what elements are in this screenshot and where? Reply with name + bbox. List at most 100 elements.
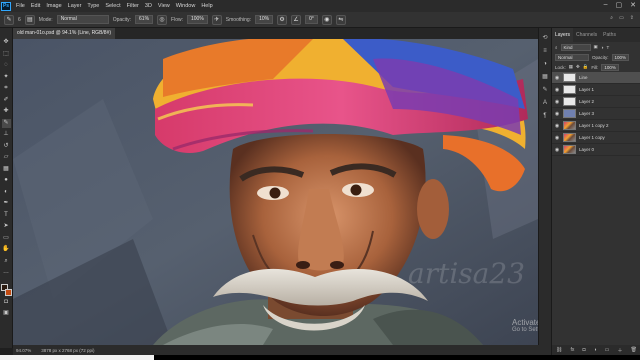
history-brush-icon[interactable]: ↺ bbox=[2, 142, 11, 152]
background-color[interactable] bbox=[4, 288, 12, 296]
layer-row[interactable]: ◉ Line bbox=[552, 72, 640, 84]
visibility-eye-icon[interactable]: ◉ bbox=[554, 99, 560, 105]
zoom-level[interactable]: 94.07% bbox=[16, 348, 31, 353]
menu-help[interactable]: Help bbox=[198, 3, 215, 9]
tab-layers[interactable]: Layers bbox=[552, 28, 574, 42]
type-icon[interactable]: T bbox=[2, 211, 11, 221]
pressure-size-icon[interactable]: ◉ bbox=[321, 14, 332, 25]
menu-filter[interactable]: Filter bbox=[124, 3, 142, 9]
pressure-opacity-icon[interactable]: ◎ bbox=[157, 14, 168, 25]
move-icon[interactable]: ✥ bbox=[2, 38, 11, 48]
marquee-icon[interactable]: ⬚ bbox=[2, 50, 11, 60]
more-tools-icon[interactable]: … bbox=[2, 268, 11, 278]
brush-settings-icon[interactable]: ▤ bbox=[24, 14, 35, 25]
brush-icon[interactable]: ✎ bbox=[1, 118, 11, 128]
filter-adjust-icon[interactable]: ◑ bbox=[601, 45, 604, 50]
visibility-eye-icon[interactable]: ◉ bbox=[554, 147, 560, 153]
eyedropper-icon[interactable]: ✐ bbox=[2, 96, 11, 106]
history-icon[interactable]: ⟲ bbox=[541, 34, 549, 42]
visibility-eye-icon[interactable]: ◉ bbox=[554, 87, 560, 93]
gear-icon[interactable]: ⚙ bbox=[277, 14, 288, 25]
smoothing-field[interactable]: 10% bbox=[255, 15, 274, 24]
screen-mode-icon[interactable]: ▣ bbox=[2, 309, 11, 319]
angle-field[interactable]: 0° bbox=[305, 15, 318, 24]
link-icon[interactable]: ⛓ bbox=[556, 347, 562, 353]
gradient-icon[interactable]: ▦ bbox=[2, 165, 11, 175]
visibility-eye-icon[interactable]: ◉ bbox=[554, 123, 560, 129]
share-icon[interactable]: ⇪ bbox=[630, 15, 634, 21]
adjustments-icon[interactable]: ◑ bbox=[541, 60, 549, 68]
menu-image[interactable]: Image bbox=[43, 3, 64, 9]
angle-icon[interactable]: ∠ bbox=[291, 14, 302, 25]
menu-3d[interactable]: 3D bbox=[142, 3, 155, 9]
lock-all-icon[interactable]: 🔒 bbox=[583, 64, 589, 70]
lasso-icon[interactable]: ◌ bbox=[2, 61, 11, 71]
properties-icon[interactable]: ≡ bbox=[541, 47, 549, 55]
flow-field[interactable]: 100% bbox=[187, 15, 208, 24]
kind-filter[interactable]: Kind bbox=[560, 43, 591, 51]
character-icon[interactable]: A bbox=[541, 99, 549, 107]
eraser-icon[interactable]: ▱ bbox=[2, 153, 11, 163]
adjustment-layer-icon[interactable]: ◑ bbox=[594, 347, 597, 353]
fx-icon[interactable]: fx bbox=[570, 347, 574, 353]
brush-size-value[interactable]: 6 bbox=[18, 17, 21, 23]
pen-icon[interactable]: ✒ bbox=[2, 199, 11, 209]
layer-row[interactable]: ◉ Layer 3 bbox=[552, 108, 640, 120]
opacity-field[interactable]: 61% bbox=[135, 15, 154, 24]
tab-paths[interactable]: Paths bbox=[600, 32, 619, 38]
healing-icon[interactable]: ✚ bbox=[2, 107, 11, 117]
menu-type[interactable]: Type bbox=[84, 3, 102, 9]
dodge-icon[interactable]: ◐ bbox=[2, 188, 11, 198]
maximize-button[interactable]: ▢ bbox=[616, 1, 623, 9]
document-size[interactable]: 3878 px x 2768 px (72 ppi) bbox=[41, 348, 94, 353]
layer-opacity-field[interactable]: 100% bbox=[611, 53, 630, 61]
menu-window[interactable]: Window bbox=[173, 3, 199, 9]
path-select-icon[interactable]: ➤ bbox=[2, 222, 11, 232]
document-tab[interactable]: old man-01o.psd @ 94.1% (Line, RGB/8#) bbox=[13, 28, 116, 39]
visibility-eye-icon[interactable]: ◉ bbox=[554, 135, 560, 141]
minimize-button[interactable]: – bbox=[604, 1, 608, 9]
shape-icon[interactable]: ▭ bbox=[2, 234, 11, 244]
visibility-eye-icon[interactable]: ◉ bbox=[554, 75, 560, 81]
symmetry-icon[interactable]: ⇋ bbox=[335, 14, 346, 25]
layer-row[interactable]: ◉ Layer 1 bbox=[552, 84, 640, 96]
color-swatches[interactable] bbox=[0, 283, 12, 296]
menu-layer[interactable]: Layer bbox=[65, 3, 85, 9]
zoom-icon[interactable]: ⌕ bbox=[2, 257, 11, 267]
quick-mask-icon[interactable]: ◘ bbox=[2, 298, 11, 308]
folder-icon[interactable]: ▭ bbox=[605, 347, 610, 353]
menu-file[interactable]: File bbox=[13, 3, 28, 9]
menu-view[interactable]: View bbox=[155, 3, 173, 9]
layer-row[interactable]: ◉ Layer 1 copy bbox=[552, 132, 640, 144]
canvas[interactable]: artisa23 bbox=[13, 39, 538, 345]
close-button[interactable]: ✕ bbox=[630, 1, 636, 9]
crop-icon[interactable]: ⌗ bbox=[2, 84, 11, 94]
magic-wand-icon[interactable]: ✦ bbox=[2, 73, 11, 83]
menu-edit[interactable]: Edit bbox=[28, 3, 43, 9]
menu-select[interactable]: Select bbox=[102, 3, 123, 9]
brush-preset-icon[interactable]: ✎ bbox=[4, 14, 14, 25]
layer-row[interactable]: ◉ Layer 2 bbox=[552, 96, 640, 108]
lock-position-icon[interactable]: ✥ bbox=[576, 64, 580, 70]
tab-channels[interactable]: Channels bbox=[573, 32, 600, 38]
search-icon[interactable]: ⌕ bbox=[610, 15, 613, 21]
blend-mode-select[interactable]: Normal bbox=[555, 53, 589, 61]
filter-pixel-icon[interactable]: ▣ bbox=[594, 44, 598, 50]
fill-field[interactable]: 100% bbox=[601, 63, 619, 71]
workspace-icon[interactable]: ▭ bbox=[619, 15, 624, 21]
paragraph-icon[interactable]: ¶ bbox=[541, 112, 549, 120]
mode-select[interactable]: Normal bbox=[56, 15, 109, 24]
airbrush-icon[interactable]: ✈ bbox=[211, 14, 222, 25]
layer-row[interactable]: ◉ Layer 1 copy 2 bbox=[552, 120, 640, 132]
hand-icon[interactable]: ✋ bbox=[2, 245, 11, 255]
brushes-icon[interactable]: ✎ bbox=[541, 86, 549, 94]
blur-icon[interactable]: ● bbox=[2, 176, 11, 186]
swatches-icon[interactable]: ▦ bbox=[541, 73, 549, 81]
new-layer-icon[interactable]: ＋ bbox=[617, 347, 622, 354]
clone-stamp-icon[interactable]: ⊥ bbox=[2, 130, 11, 140]
layer-row[interactable]: ◉ Layer 0 bbox=[552, 144, 640, 156]
mask-icon[interactable]: ◘ bbox=[582, 347, 585, 353]
lock-pixels-icon[interactable]: ▦ bbox=[569, 64, 573, 70]
visibility-eye-icon[interactable]: ◉ bbox=[554, 111, 560, 117]
trash-icon[interactable]: 🗑 bbox=[631, 347, 637, 353]
